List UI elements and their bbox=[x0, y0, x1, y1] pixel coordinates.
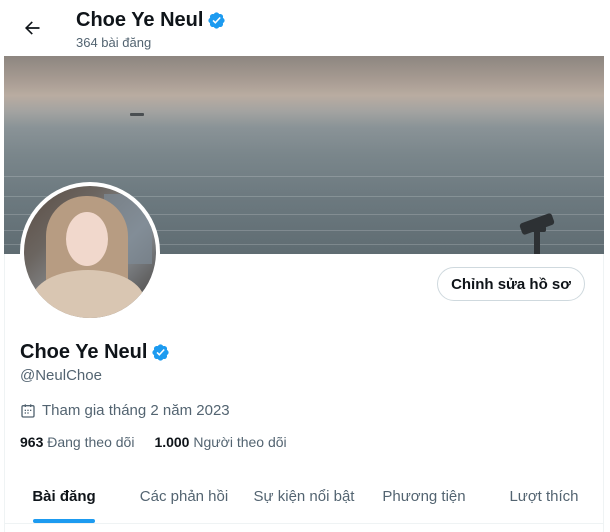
edit-profile-button[interactable]: Chỉnh sửa hồ sơ bbox=[437, 267, 585, 301]
tab-label: Phương tiện bbox=[382, 488, 466, 505]
avatar[interactable] bbox=[20, 182, 160, 322]
verified-badge-icon[interactable] bbox=[207, 11, 226, 30]
ship bbox=[130, 113, 144, 116]
calendar-icon bbox=[21, 403, 35, 418]
following-count: 963 bbox=[20, 434, 44, 450]
tab-likes[interactable]: Lượt thích bbox=[484, 470, 604, 523]
tab-label: Sự kiện nổi bật bbox=[253, 488, 355, 505]
tab-posts[interactable]: Bài đăng bbox=[4, 470, 124, 523]
verified-badge-icon[interactable] bbox=[151, 343, 170, 362]
post-count: 364 bài đăng bbox=[76, 35, 152, 50]
active-tab-indicator bbox=[33, 519, 95, 523]
profile-tabs: Bài đăng Các phản hồi Sự kiện nổi bật Ph… bbox=[4, 470, 604, 524]
tab-replies[interactable]: Các phản hồi bbox=[124, 470, 244, 523]
join-date-text: Tham gia tháng 2 năm 2023 bbox=[42, 402, 230, 419]
binocular-viewer bbox=[519, 213, 555, 254]
tab-label: Bài đăng bbox=[32, 488, 96, 505]
profile-name-text: Choe Ye Neul bbox=[20, 341, 148, 363]
tab-label: Lượt thích bbox=[509, 488, 579, 505]
tab-label: Các phản hồi bbox=[139, 488, 229, 505]
header-name: Choe Ye Neul bbox=[76, 9, 204, 31]
profile-handle: @NeulChoe bbox=[20, 367, 102, 384]
followers-count: 1.000 bbox=[154, 434, 190, 450]
profile-name: Choe Ye Neul bbox=[20, 340, 170, 364]
tab-media[interactable]: Phương tiện bbox=[364, 470, 484, 523]
back-button[interactable] bbox=[16, 12, 48, 44]
followers-label: Người theo dõi bbox=[193, 434, 287, 450]
following-link[interactable]: 963 Đang theo dõi bbox=[20, 434, 134, 450]
avatar-photo bbox=[24, 186, 156, 318]
tab-highlights[interactable]: Sự kiện nổi bật bbox=[244, 470, 364, 523]
followers-link[interactable]: 1.000 Người theo dõi bbox=[154, 434, 286, 450]
following-label: Đang theo dõi bbox=[47, 434, 135, 450]
top-bar: Choe Ye Neul 364 bài đăng bbox=[4, 0, 604, 56]
join-date: Tham gia tháng 2 năm 2023 bbox=[20, 402, 230, 419]
header-title: Choe Ye Neul bbox=[76, 8, 226, 32]
follow-stats: 963 Đang theo dõi 1.000 Người theo dõi bbox=[20, 434, 287, 450]
arrow-left-icon bbox=[25, 21, 40, 35]
